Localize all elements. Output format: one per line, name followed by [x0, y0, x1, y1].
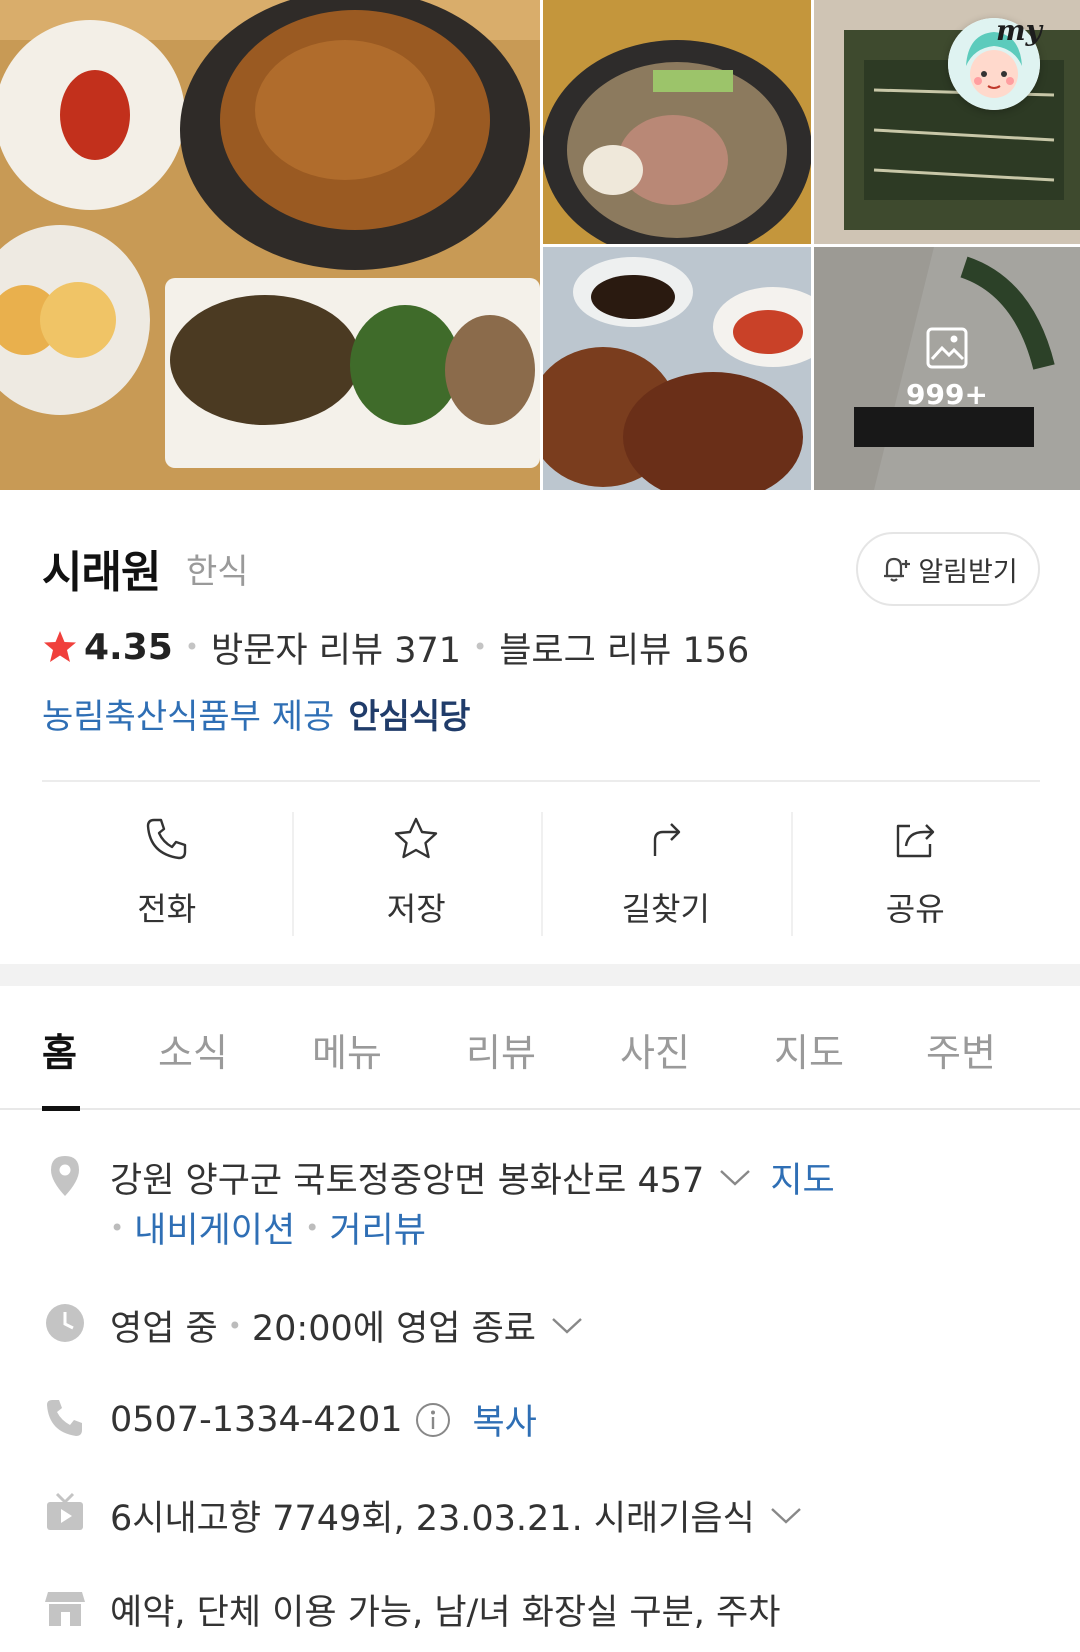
bell-plus-icon	[884, 557, 911, 582]
streetview-link[interactable]: 거리뷰	[329, 1202, 426, 1253]
visitor-reviews-link[interactable]: 방문자 리뷰 371	[211, 622, 461, 673]
save-label: 저장	[386, 890, 446, 928]
clock-icon	[46, 1304, 84, 1342]
directions-label: 길찾기	[621, 890, 710, 928]
phone-line: 0507-1334-4201 복사	[110, 1394, 537, 1445]
open-status: 영업 중	[110, 1309, 218, 1349]
call-label: 전화	[137, 890, 197, 928]
address-sub-links: • 내비게이션 • 거리뷰	[110, 1202, 426, 1253]
action-bar: 전화 저장 길찾기 공유	[42, 808, 1040, 936]
tab-home[interactable]: 홈	[42, 1022, 77, 1077]
tab-news[interactable]: 소식	[158, 1022, 228, 1077]
store-icon	[45, 1592, 85, 1626]
info-icon[interactable]	[414, 1401, 452, 1439]
photo-thumbnail[interactable]	[543, 247, 811, 490]
active-tab-indicator	[42, 1106, 80, 1111]
photo-main[interactable]	[0, 0, 540, 490]
phone-icon	[146, 818, 186, 860]
phone-number[interactable]: 0507-1334-4201	[110, 1400, 402, 1440]
copy-button[interactable]: 복사	[472, 1394, 536, 1445]
place-name: 시래원	[42, 547, 161, 598]
certification-row: 농림축산식품부 제공 안심식당	[42, 689, 470, 738]
address-map-link[interactable]: 지도	[770, 1152, 834, 1203]
certification-badge: 안심식당	[348, 696, 470, 737]
save-button[interactable]: 저장	[291, 808, 542, 936]
notification-label: 알림받기	[918, 556, 1018, 588]
separator-dot: •	[227, 1311, 242, 1340]
amenities-text: 예약, 단체 이용 가능, 남/녀 화장실 구분, 주차	[110, 1584, 780, 1635]
tab-map[interactable]: 지도	[774, 1022, 844, 1077]
tab-review[interactable]: 리뷰	[466, 1022, 536, 1077]
navigation-link[interactable]: 내비게이션	[134, 1202, 295, 1253]
star-outline-icon	[395, 817, 438, 859]
star-icon	[44, 631, 76, 662]
phone-icon	[47, 1400, 82, 1436]
chevron-down-icon[interactable]	[550, 1315, 584, 1337]
close-time: 20:00에 영업 종료	[251, 1309, 537, 1349]
blog-reviews-link[interactable]: 블로그 리뷰 156	[499, 622, 749, 673]
phone-row: 0507-1334-4201 복사	[42, 1394, 1042, 1444]
place-category: 한식	[186, 552, 249, 592]
notification-button[interactable]: 알림받기	[856, 532, 1040, 606]
address-row: 강원 양구군 국토정중앙면 봉화산로 457 지도 • 내비게이션 • 거리뷰	[42, 1152, 1042, 1252]
section-separator	[0, 964, 1080, 986]
directions-icon	[653, 823, 680, 856]
rating-row: 4.35 • 방문자 리뷰 371 • 블로그 리뷰 156	[42, 622, 749, 673]
photo-gallery[interactable]: 999+ my	[0, 0, 1080, 490]
share-icon	[897, 824, 935, 858]
tab-menu[interactable]: 메뉴	[312, 1022, 382, 1077]
tab-photo[interactable]: 사진	[620, 1022, 690, 1077]
hours-text: 영업 중 • 20:00에 영업 종료	[110, 1300, 584, 1351]
my-label[interactable]: my	[996, 14, 1042, 47]
tab-nearby[interactable]: 주변	[926, 1022, 996, 1077]
tab-bar: 홈 소식 메뉴 리뷰 사진 지도 주변	[0, 986, 1080, 1110]
more-photos-overlay[interactable]: 999+	[814, 247, 1080, 490]
share-button[interactable]: 공유	[790, 808, 1041, 936]
separator-dot: •	[305, 1213, 320, 1242]
share-label: 공유	[885, 890, 945, 928]
photo-thumbnail[interactable]	[543, 0, 811, 244]
location-pin-icon	[51, 1156, 79, 1196]
more-photos-count: 999+	[906, 378, 988, 411]
tv-info: 6시내고향 7749회, 23.03.21. 시래기음식	[110, 1499, 755, 1539]
tv-row[interactable]: 6시내고향 7749회, 23.03.21. 시래기음식	[42, 1490, 1042, 1540]
chevron-down-icon[interactable]	[769, 1505, 803, 1527]
certification-provider[interactable]: 농림축산식품부 제공	[42, 689, 334, 738]
address-text: 강원 양구군 국토정중앙면 봉화산로 457	[110, 1161, 705, 1201]
chevron-down-icon[interactable]	[718, 1167, 752, 1189]
amenities-list: 예약, 단체 이용 가능, 남/녀 화장실 구분, 주차	[110, 1593, 781, 1633]
tv-icon	[47, 1492, 83, 1530]
amenities-row: 예약, 단체 이용 가능, 남/녀 화장실 구분, 주차	[42, 1584, 1042, 1634]
separator-dot: •	[184, 633, 199, 661]
divider	[42, 780, 1040, 782]
rating-value: 4.35	[84, 626, 173, 668]
call-button[interactable]: 전화	[42, 808, 292, 936]
address-line: 강원 양구군 국토정중앙면 봉화산로 457 지도	[110, 1152, 835, 1203]
directions-button[interactable]: 길찾기	[541, 808, 791, 936]
tv-text: 6시내고향 7749회, 23.03.21. 시래기음식	[110, 1490, 803, 1541]
separator-dot: •	[473, 633, 488, 661]
separator-dot: •	[110, 1213, 125, 1242]
image-icon	[926, 327, 968, 369]
hours-row[interactable]: 영업 중 • 20:00에 영업 종료	[42, 1300, 1042, 1350]
